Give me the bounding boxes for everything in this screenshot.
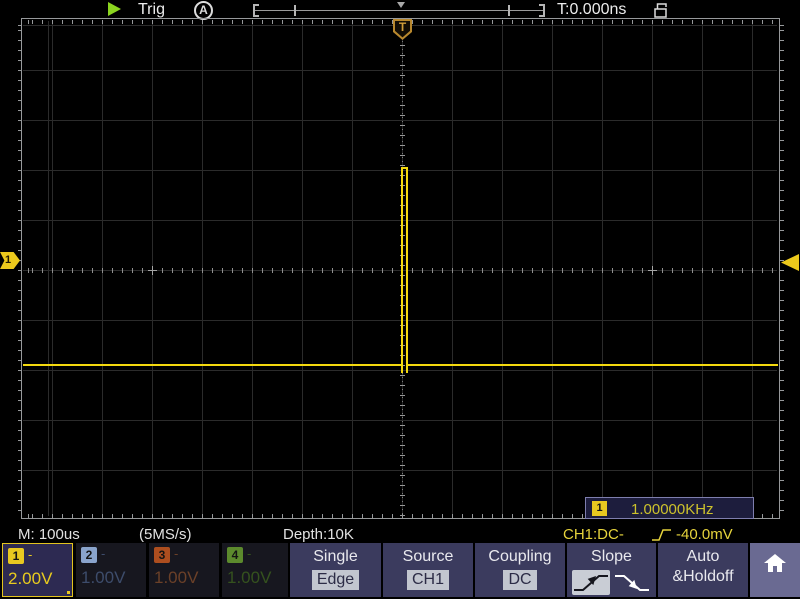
channel-4-badge: 4 <box>227 547 243 563</box>
run-state-play-icon <box>108 2 121 16</box>
graticule-ticks-left <box>18 21 22 516</box>
channel-2-cell[interactable]: 2 - 1.00V <box>76 543 146 597</box>
axis-cross-right <box>648 266 657 275</box>
coupling-label: Coupling <box>475 548 565 566</box>
slope-label: Slope <box>567 548 656 566</box>
coupling-menu-button[interactable]: Coupling DC <box>475 543 565 597</box>
time-offset-readout: T:0.000ns <box>557 1 626 19</box>
slope-rising-icon[interactable] <box>572 570 610 595</box>
trig-status-label: Trig <box>138 1 165 19</box>
graticule-ticks-right <box>780 21 784 516</box>
channel-2-badge: 2 <box>81 547 97 563</box>
axis-cross-left <box>148 266 157 275</box>
memory-window-start-tick <box>294 5 296 16</box>
auto-holdoff-menu-button[interactable]: Auto &Holdoff <box>658 543 748 597</box>
memory-bar <box>253 10 545 11</box>
channel-3-coupling-dash: - <box>174 546 178 561</box>
channel-1-corner-dot <box>67 591 70 594</box>
holdoff-label: &Holdoff <box>658 568 748 586</box>
waveform-baseline-left <box>23 364 401 366</box>
memory-bar-left-bracket <box>253 4 259 17</box>
auto-label: Auto <box>658 548 748 566</box>
source-menu-button[interactable]: Source CH1 <box>383 543 473 597</box>
channel-3-cell[interactable]: 3 - 1.00V <box>149 543 219 597</box>
memory-trigger-position-icon <box>397 2 405 8</box>
trigger-source-readout: CH1:DC- <box>563 526 624 543</box>
trigger-level-readout: -40.0mV <box>676 526 733 543</box>
single-menu-button[interactable]: Single Edge <box>290 543 381 597</box>
single-label: Single <box>290 548 381 566</box>
home-icon <box>750 552 800 579</box>
coupling-value-chip: DC <box>503 570 536 590</box>
channel-1-cell[interactable]: 1 - 2.00V <box>2 543 73 597</box>
channel-1-volts-div: 2.00V <box>8 569 52 589</box>
ch1-zero-level-marker[interactable]: 1 <box>0 252 20 269</box>
memory-window-end-tick <box>508 5 510 16</box>
channel-3-volts-div: 1.00V <box>154 568 198 588</box>
frequency-channel-badge: 1 <box>592 501 607 516</box>
waveform-pulse-fall <box>406 167 408 373</box>
slope-falling-icon[interactable] <box>613 570 651 595</box>
single-value-chip: Edge <box>312 570 359 590</box>
channel-2-coupling-dash: - <box>101 546 105 561</box>
memory-bar-right-bracket <box>539 4 545 17</box>
waveform-baseline-right <box>407 364 778 366</box>
oscilloscope-screen: Trig A T:0.000ns T 1 1 1.00000KHz <box>0 0 800 599</box>
channel-2-volts-div: 1.00V <box>81 568 125 588</box>
waveform-pulse-rise <box>401 167 403 373</box>
frequency-counter: 1 1.00000KHz <box>585 497 754 519</box>
source-value-chip: CH1 <box>407 570 449 590</box>
home-button[interactable] <box>750 543 800 597</box>
channel-3-badge: 3 <box>154 547 170 563</box>
channel-1-coupling-dash: - <box>28 547 32 562</box>
source-label: Source <box>383 548 473 566</box>
timebase-readout: M: 100us <box>18 526 80 543</box>
channel-4-volts-div: 1.00V <box>227 568 271 588</box>
frequency-value: 1.00000KHz <box>631 501 714 518</box>
sample-rate-readout: (5MS/s) <box>139 526 192 543</box>
channel-1-badge: 1 <box>8 548 24 564</box>
depth-readout: Depth:10K <box>283 526 354 543</box>
channel-4-coupling-dash: - <box>247 546 251 561</box>
channel-4-cell[interactable]: 4 - 1.00V <box>222 543 288 597</box>
slope-menu-button[interactable]: Slope <box>567 543 656 597</box>
